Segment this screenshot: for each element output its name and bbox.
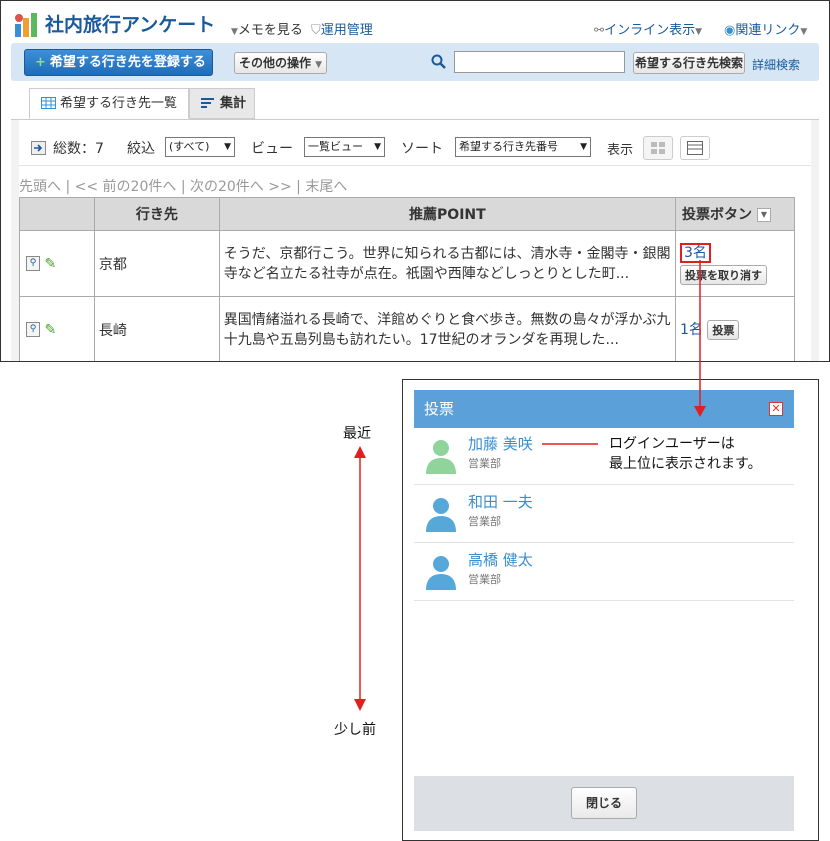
arrow-up-icon — [354, 446, 366, 458]
annotation-login-note-line1: ログインユーザーは — [609, 436, 735, 452]
annotation-earlier: 少し前 — [334, 722, 376, 738]
annotation-login-note-line2: 最上位に表示されます。 — [609, 456, 762, 472]
annotation-recent: 最近 — [343, 426, 371, 442]
arrow-down-icon — [694, 406, 706, 417]
arrow-down-icon — [354, 699, 366, 711]
annotation-overlay — [354, 260, 706, 711]
